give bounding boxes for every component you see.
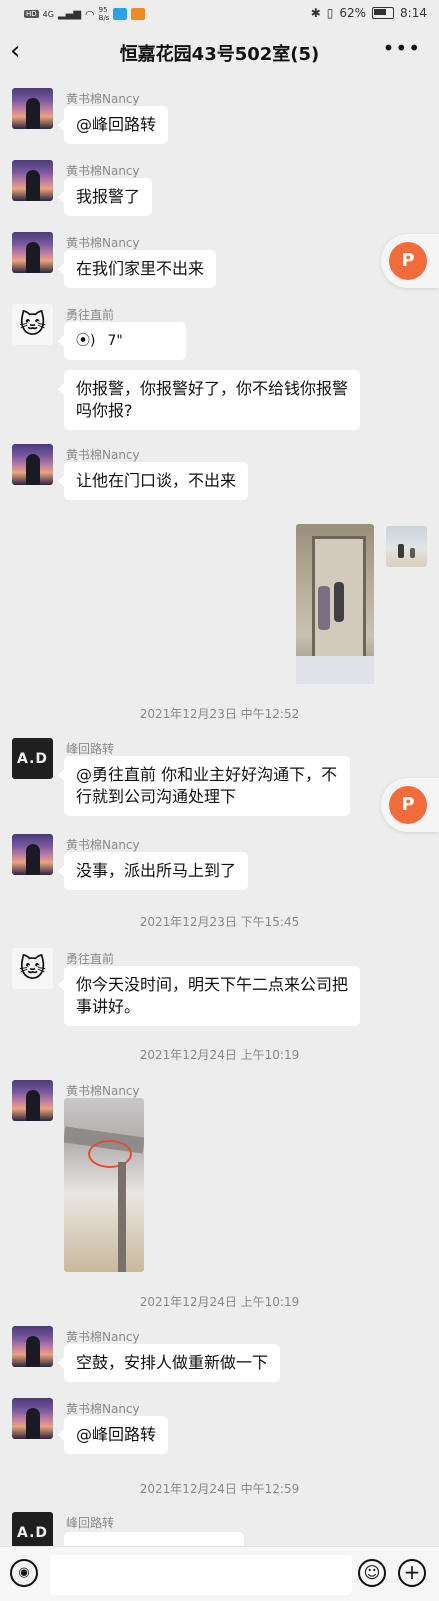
- sender-name: 黄书棉Nancy: [66, 838, 140, 852]
- avatar[interactable]: [12, 834, 53, 875]
- avatar-label: A.D: [16, 750, 49, 767]
- emoji-button[interactable]: ☺: [358, 1559, 386, 1587]
- timestamp: 2021年12月24日 中午12:59: [139, 1482, 300, 1496]
- avatar[interactable]: 🐱: [12, 304, 53, 345]
- speed-indicator: 95 B/s: [99, 6, 110, 22]
- message-bubble[interactable]: 空鼓，安排人做重新做一下: [57, 1344, 281, 1382]
- avatar[interactable]: [386, 526, 427, 567]
- sender-name: 黄书棉Nancy: [66, 1402, 140, 1416]
- more-dots-icon: •••: [382, 36, 421, 60]
- timestamp: 2021年12月24日 上午10:19: [139, 1295, 300, 1309]
- voice-input-button[interactable]: ◉: [10, 1559, 38, 1587]
- sender-name: 勇往直前: [66, 308, 115, 322]
- lucky-cat-icon: 🐱: [18, 309, 47, 340]
- hd-indicator: HD: [24, 10, 39, 18]
- more-button[interactable]: •••: [383, 36, 421, 60]
- sender-name: 黄书棉Nancy: [66, 1084, 140, 1098]
- floating-assistant-button[interactable]: P: [381, 778, 439, 832]
- timestamp: 2021年12月23日 下午15:45: [139, 915, 300, 929]
- floating-label: P: [389, 786, 427, 824]
- battery-percent: 62%: [339, 6, 367, 20]
- avatar[interactable]: A.D: [12, 738, 53, 779]
- chat-title: 恒嘉花园43号502室(5): [119, 44, 320, 65]
- avatar[interactable]: 🐱: [12, 948, 53, 989]
- clock: 8:14: [400, 6, 427, 20]
- avatar[interactable]: [12, 1398, 53, 1439]
- wifi-icon: ◠: [85, 7, 95, 21]
- sender-name: 黄书棉Nancy: [66, 164, 140, 178]
- voice-wave-icon: ⦿): [76, 333, 96, 349]
- sender-name: 黄书棉Nancy: [66, 236, 140, 250]
- avatar[interactable]: [12, 1326, 53, 1367]
- image-message[interactable]: [64, 1098, 144, 1272]
- sender-name: 黄书棉Nancy: [66, 1330, 140, 1344]
- message-bubble[interactable]: 在我们家里不出来: [57, 250, 217, 288]
- input-bar: ◉ ☺ +: [0, 1546, 439, 1601]
- message-bubble[interactable]: @峰回路转: [57, 106, 169, 144]
- message-bubble[interactable]: 让他在门口谈，不出来: [57, 462, 249, 500]
- lucky-cat-icon: 🐱: [18, 953, 47, 984]
- bluetooth-icon: ✱: [310, 6, 321, 20]
- floating-label: P: [389, 242, 427, 280]
- voice-input-icon: ◉: [18, 1565, 30, 1580]
- message-bubble[interactable]: 我报警了: [57, 178, 153, 216]
- message-bubble[interactable]: 没事，派出所马上到了: [57, 852, 249, 890]
- speed-value: 95: [98, 6, 108, 14]
- message-bubble[interactable]: 你今天没时间，明天下午二点来公司把事讲好。: [58, 966, 360, 1026]
- avatar[interactable]: [12, 232, 53, 273]
- sender-name: 峰回路转: [66, 1516, 115, 1530]
- speed-unit: B/s: [98, 14, 110, 22]
- voice-duration: 7": [107, 333, 123, 349]
- app-notification-icon-2: [131, 8, 146, 20]
- avatar[interactable]: [12, 1080, 53, 1121]
- message-bubble[interactable]: @勇往直前 你和业主好好沟通下，不行就到公司沟通处理下: [58, 756, 350, 816]
- sender-name: 黄书棉Nancy: [66, 448, 140, 462]
- chat-header: ‹ 恒嘉花园43号502室(5) •••: [0, 26, 439, 76]
- app-notification-icon: [113, 8, 128, 20]
- voice-message[interactable]: ⦿) 7": [58, 322, 186, 360]
- message-bubble[interactable]: @峰回路转: [57, 1416, 169, 1454]
- message-bubble[interactable]: 你报警，你报警好了，你不给钱你报警吗你报?: [58, 370, 360, 430]
- avatar[interactable]: [12, 160, 53, 201]
- floating-assistant-button[interactable]: P: [381, 234, 439, 288]
- avatar-label: A.D: [16, 1524, 49, 1541]
- status-left: HD 4G ▂▄▆ ◠ 95 B/s: [24, 6, 146, 22]
- image-message[interactable]: [296, 524, 374, 684]
- emoji-icon: ☺: [363, 1563, 381, 1582]
- sender-name: 黄书棉Nancy: [66, 92, 140, 106]
- network-indicator: 4G: [42, 9, 54, 19]
- avatar[interactable]: [12, 88, 53, 129]
- battery-icon: [372, 7, 395, 19]
- timestamp: 2021年12月23日 中午12:52: [139, 707, 300, 721]
- timestamp: 2021年12月24日 上午10:19: [139, 1048, 300, 1062]
- sender-name: 峰回路转: [66, 742, 115, 756]
- status-bar: HD 4G ▂▄▆ ◠ 95 B/s ✱ ▯ 62% 8:14: [0, 0, 439, 26]
- message-input[interactable]: [50, 1555, 352, 1595]
- more-actions-button[interactable]: +: [398, 1559, 426, 1587]
- plus-icon: +: [403, 1560, 421, 1584]
- vibrate-icon: ▯: [326, 6, 334, 20]
- avatar[interactable]: [12, 444, 53, 485]
- signal-icon: ▂▄▆: [57, 8, 82, 20]
- sender-name: 勇往直前: [66, 952, 115, 966]
- status-right: ✱ ▯ 62% 8:14: [311, 6, 427, 20]
